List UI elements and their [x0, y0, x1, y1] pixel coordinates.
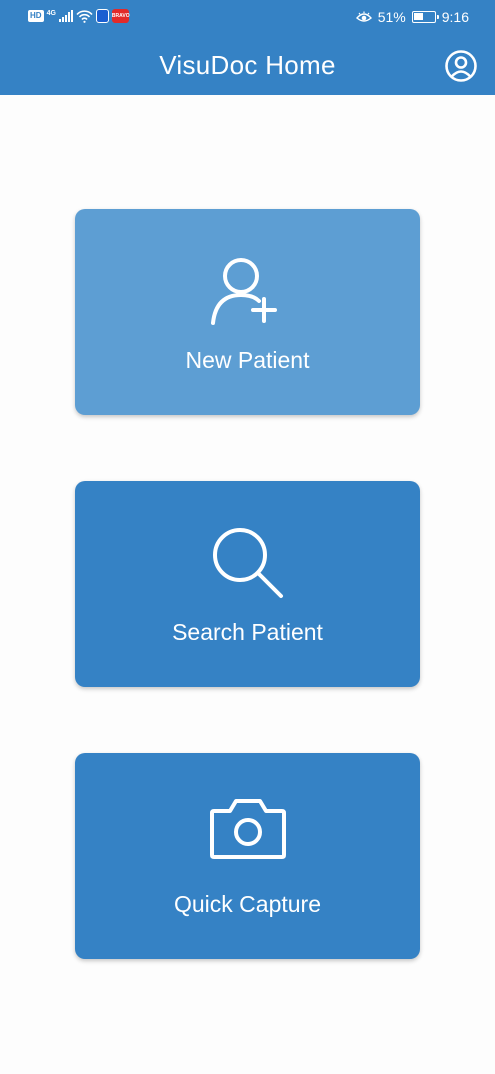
new-patient-label: New Patient [185, 347, 310, 373]
battery-percent: 51% [377, 9, 406, 25]
camera-icon [209, 799, 286, 859]
quick-capture-button[interactable]: Quick Capture [75, 753, 420, 959]
app-bar: HD 4G BRAVO 51% 9:16 VisuDoc Home [0, 0, 495, 95]
bravo-app-icon: BRAVO [111, 9, 130, 23]
status-right-icons: 51% 9:16 [355, 9, 469, 25]
hd-badge: HD [28, 10, 44, 22]
new-patient-button[interactable]: New Patient [75, 209, 420, 415]
quick-capture-label: Quick Capture [173, 891, 321, 917]
clock: 9:16 [441, 9, 469, 25]
battery-level [413, 13, 424, 20]
person-add-icon [210, 258, 277, 325]
page-title: VisuDoc Home [159, 50, 336, 80]
search-patient-label: Search Patient [172, 619, 323, 645]
network-type: 4G [46, 9, 56, 17]
eye-comfort-icon [355, 11, 372, 22]
status-bar: HD 4G BRAVO 51% 9:16 [0, 0, 495, 34]
status-left-icons: HD 4G BRAVO [28, 9, 130, 23]
signal-icon [58, 10, 73, 22]
search-icon [212, 528, 283, 598]
account-button[interactable] [444, 49, 478, 83]
search-patient-button[interactable]: Search Patient [75, 481, 420, 687]
account-circle-icon [445, 50, 477, 82]
wifi-icon [76, 9, 93, 23]
shield-app-icon [95, 9, 109, 23]
battery-icon [411, 11, 439, 23]
